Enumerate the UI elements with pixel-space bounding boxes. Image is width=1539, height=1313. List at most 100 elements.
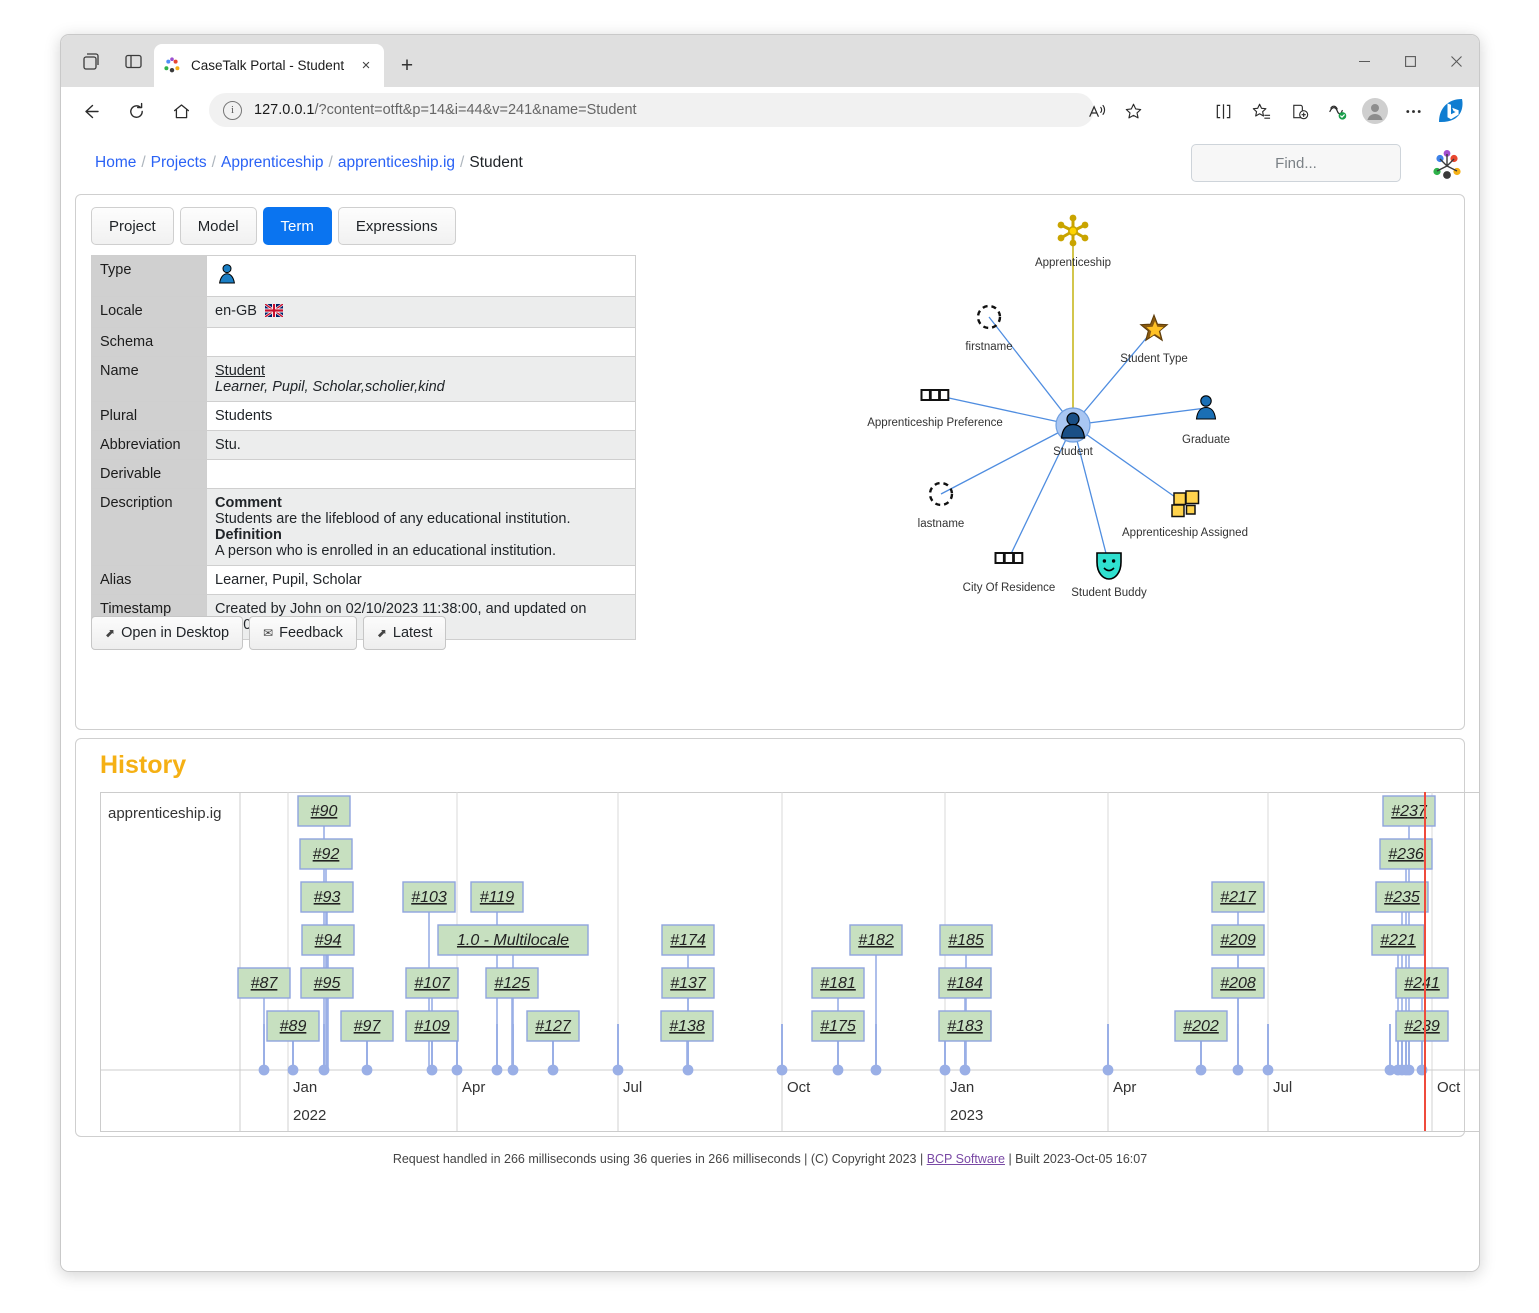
history-node[interactable]: #103 xyxy=(402,881,456,913)
history-node[interactable]: #127 xyxy=(526,1010,580,1042)
history-node[interactable]: #175 xyxy=(811,1010,865,1042)
page-header: Home / Projects / Apprenticeship / apprentices… xyxy=(61,134,1479,196)
open-in-desktop-button[interactable]: ⬈ Open in Desktop xyxy=(91,616,244,650)
tab-model[interactable]: Model xyxy=(179,207,257,245)
maximize-button[interactable] xyxy=(1387,35,1433,87)
browser-essentials-icon[interactable] xyxy=(1321,95,1353,127)
graph-node-student-buddy[interactable] xyxy=(1096,552,1122,580)
term-relationship-graph[interactable]: Apprenticeship firstname Student Type Appre… xyxy=(676,203,1458,723)
tab-search-icon[interactable] xyxy=(75,45,107,77)
history-node-label: #97 xyxy=(354,1018,382,1035)
external-link-icon: ⬈ xyxy=(376,626,387,640)
graph-node-apprenticeship-preference[interactable] xyxy=(920,389,950,401)
history-node[interactable]: #109 xyxy=(405,1010,459,1042)
timeline-dot[interactable] xyxy=(939,1064,951,1076)
graph-node-student-type[interactable] xyxy=(1139,313,1169,342)
close-window-button[interactable] xyxy=(1433,35,1479,87)
addressbar-actions xyxy=(1081,95,1149,127)
graph-node-apprenticeship-assigned[interactable] xyxy=(1171,490,1200,518)
timeline-dot[interactable] xyxy=(1262,1064,1274,1076)
history-node[interactable]: #183 xyxy=(938,1010,992,1042)
history-node[interactable]: #237 xyxy=(1382,795,1436,827)
history-node[interactable]: #93 xyxy=(300,881,354,913)
history-node[interactable]: #119 xyxy=(470,881,524,913)
description-definition-text: A person who is enrolled in an education… xyxy=(215,543,556,559)
history-node[interactable]: #107 xyxy=(405,967,459,999)
browser-tab[interactable]: CaseTalk Portal - Student × xyxy=(154,44,384,87)
back-arrow-icon[interactable] xyxy=(75,95,107,127)
address-bar[interactable]: i 127.0.0.1/?content=otft&p=14&i=44&v=24… xyxy=(209,93,1094,127)
page-viewport: Home / Projects / Apprenticeship / apprentices… xyxy=(61,134,1479,1271)
timeline-dot[interactable] xyxy=(612,1064,624,1076)
read-aloud-icon[interactable] xyxy=(1081,95,1113,127)
history-node[interactable]: #221 xyxy=(1371,924,1425,956)
graph-node-graduate[interactable] xyxy=(1195,395,1217,420)
table-row: Description Comment Students are the lif… xyxy=(91,488,636,566)
history-node[interactable]: #137 xyxy=(661,967,715,999)
breadcrumb-item-home[interactable]: Home xyxy=(95,154,136,171)
graph-edge xyxy=(988,316,1074,426)
history-node[interactable]: #235 xyxy=(1375,881,1429,913)
split-pane-icon[interactable] xyxy=(117,45,149,77)
add-collection-icon[interactable] xyxy=(1283,95,1315,127)
tab-term[interactable]: Term xyxy=(262,207,332,245)
history-node[interactable]: #209 xyxy=(1211,924,1265,956)
history-node[interactable]: #181 xyxy=(811,967,865,999)
tab-expressions[interactable]: Expressions xyxy=(337,207,456,245)
history-node[interactable]: #202 xyxy=(1174,1010,1228,1042)
history-node[interactable]: #92 xyxy=(299,838,353,870)
history-node[interactable]: #125 xyxy=(485,967,539,999)
timeline-dot[interactable] xyxy=(451,1064,463,1076)
history-node[interactable]: #217 xyxy=(1211,881,1265,913)
settings-more-icon[interactable] xyxy=(1397,95,1429,127)
history-node[interactable]: #208 xyxy=(1211,967,1265,999)
history-node[interactable]: 1.0 - Multilocale xyxy=(437,924,589,956)
latest-button[interactable]: ⬈ Latest xyxy=(362,616,447,650)
history-node[interactable]: #89 xyxy=(266,1010,320,1042)
copilot-bing-icon[interactable] xyxy=(1435,95,1467,127)
site-info-icon[interactable]: i xyxy=(223,100,242,120)
history-node[interactable]: #97 xyxy=(340,1010,394,1042)
history-node-label: #95 xyxy=(314,975,341,992)
footer-link-bcp-software[interactable]: BCP Software xyxy=(927,1152,1005,1166)
history-timeline[interactable]: apprenticeship.ig Jan 2022 Apr Jul Oct Jan 2023… xyxy=(100,792,1479,1132)
history-node[interactable]: #182 xyxy=(849,924,903,956)
browser-navbar: i 127.0.0.1/?content=otft&p=14&i=44&v=24… xyxy=(61,87,1479,135)
graph-node-apprenticeship[interactable] xyxy=(1057,214,1089,247)
refresh-icon[interactable] xyxy=(120,95,152,127)
new-tab-button[interactable]: + xyxy=(394,53,420,79)
history-node[interactable]: #95 xyxy=(300,967,354,999)
tab-project[interactable]: Project xyxy=(91,207,174,245)
split-screen-icon[interactable] xyxy=(1207,95,1239,127)
breadcrumb-item-projects[interactable]: Projects xyxy=(151,154,207,171)
history-node[interactable]: #184 xyxy=(938,967,992,999)
history-node[interactable]: #185 xyxy=(939,924,993,956)
history-node[interactable]: #87 xyxy=(237,967,291,999)
history-node-label: #239 xyxy=(1404,1018,1440,1035)
close-tab-icon[interactable]: × xyxy=(356,56,376,76)
breadcrumb-item-apprenticeship-ig[interactable]: apprenticeship.ig xyxy=(338,154,455,171)
timeline-dot[interactable] xyxy=(776,1064,788,1076)
home-icon[interactable] xyxy=(165,95,197,127)
history-node[interactable]: #94 xyxy=(301,924,355,956)
feedback-button[interactable]: ✉ Feedback xyxy=(249,616,357,650)
history-node[interactable]: #90 xyxy=(297,795,351,827)
minimize-button[interactable] xyxy=(1341,35,1387,87)
favorite-star-icon[interactable] xyxy=(1117,95,1149,127)
history-node[interactable]: #241 xyxy=(1395,967,1449,999)
collections-star-icon[interactable] xyxy=(1245,95,1277,127)
profile-avatar-icon[interactable] xyxy=(1359,95,1391,127)
breadcrumb-sep: / xyxy=(141,154,146,171)
history-node[interactable]: #239 xyxy=(1395,1010,1449,1042)
graph-node-city-of-residence[interactable] xyxy=(994,552,1024,564)
term-name-link[interactable]: Student xyxy=(215,363,265,379)
locale-text: en-GB xyxy=(215,303,257,319)
timeline-dot[interactable] xyxy=(1102,1064,1114,1076)
history-node[interactable]: #138 xyxy=(660,1010,714,1042)
graph-node-label: lastname xyxy=(918,518,965,530)
breadcrumb-item-apprenticeship[interactable]: Apprenticeship xyxy=(221,154,324,171)
axis-tick-label: Jan xyxy=(293,1079,317,1096)
history-node[interactable]: #174 xyxy=(661,924,715,956)
casetalk-app-logo-icon[interactable] xyxy=(1429,148,1465,184)
search-input[interactable]: Find... xyxy=(1191,144,1401,182)
